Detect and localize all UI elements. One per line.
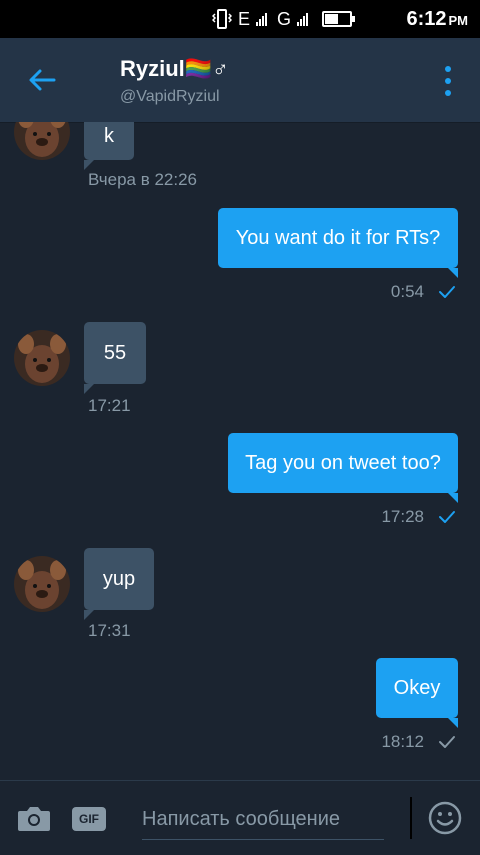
message-list[interactable]: k Вчера в 22:26 You want do it for RTs? …: [0, 122, 480, 780]
composer-divider: [410, 797, 412, 839]
message-meta: 18:12: [381, 732, 456, 752]
arrow-left-icon: [29, 69, 56, 91]
message-meta: 0:54: [391, 282, 456, 302]
message-text: yup: [102, 567, 136, 590]
message-text: k: [104, 124, 114, 147]
network-g-label: G: [277, 8, 292, 29]
status-icons: E G: [212, 6, 356, 32]
signal-strength-icon: [256, 12, 268, 26]
check-icon: [439, 736, 455, 748]
message-bubble-incoming[interactable]: k: [84, 122, 134, 170]
network-e-label: E: [238, 8, 251, 29]
vibrate-icon: [212, 9, 232, 29]
check-icon: [439, 286, 455, 298]
check-icon: [439, 511, 455, 523]
message-composer: GIF: [0, 780, 480, 855]
emoji-smile-icon: [428, 801, 462, 835]
message-bubble-incoming[interactable]: 55: [84, 322, 146, 394]
message-input[interactable]: [142, 799, 384, 840]
avatar[interactable]: [14, 330, 70, 386]
message-text: Tag you on tweet too?: [245, 451, 441, 474]
battery-level: [325, 14, 339, 24]
message-timestamp: Вчера в 22:26: [88, 170, 198, 189]
battery-icon: [322, 11, 356, 27]
more-vertical-icon-dot: [445, 90, 451, 96]
gif-label: GIF: [79, 812, 99, 826]
avatar-image: [14, 330, 70, 386]
camera-icon: [18, 807, 50, 831]
message-bubble-outgoing[interactable]: You want do it for RTs?: [218, 208, 458, 278]
conversation-header: Ryziul🏳️‍🌈♂ @VapidRyziul: [0, 38, 480, 123]
back-button[interactable]: [22, 60, 62, 100]
status-time: 6:12 PM: [406, 8, 468, 31]
avatar-image: [14, 122, 70, 160]
avatar[interactable]: [14, 122, 70, 160]
signal-strength-icon-2: [297, 12, 309, 26]
more-vertical-icon-dot: [445, 66, 451, 72]
more-options-button[interactable]: [438, 66, 458, 96]
message-text: Okey: [393, 676, 441, 699]
message-text: 55: [103, 341, 127, 364]
conversation-name: Ryziul🏳️‍🌈♂: [120, 56, 229, 81]
message-timestamp: 17:21: [88, 396, 131, 415]
message-bubble-incoming[interactable]: yup: [84, 548, 154, 620]
more-vertical-icon-dot: [445, 78, 451, 84]
message-bubble-outgoing[interactable]: Tag you on tweet too?: [228, 433, 458, 503]
conversation-handle: @VapidRyziul: [120, 88, 220, 105]
avatar[interactable]: [14, 556, 70, 612]
gif-button[interactable]: GIF: [72, 807, 106, 831]
message-timestamp: 17:31: [88, 621, 131, 640]
status-time-value: 6:12: [406, 8, 447, 30]
message-text: You want do it for RTs?: [235, 226, 441, 249]
message-bubble-outgoing[interactable]: Okey: [376, 658, 458, 728]
camera-button[interactable]: [16, 803, 52, 833]
status-time-ampm: PM: [448, 13, 469, 28]
avatar-image: [14, 556, 70, 612]
status-bar: E G 6:12 PM: [0, 0, 480, 38]
message-timestamp: 0:54: [390, 282, 424, 301]
message-timestamp: 17:28: [381, 507, 424, 526]
message-timestamp: 18:12: [381, 732, 424, 751]
emoji-button[interactable]: [428, 801, 462, 835]
message-meta: 17:28: [381, 507, 456, 527]
